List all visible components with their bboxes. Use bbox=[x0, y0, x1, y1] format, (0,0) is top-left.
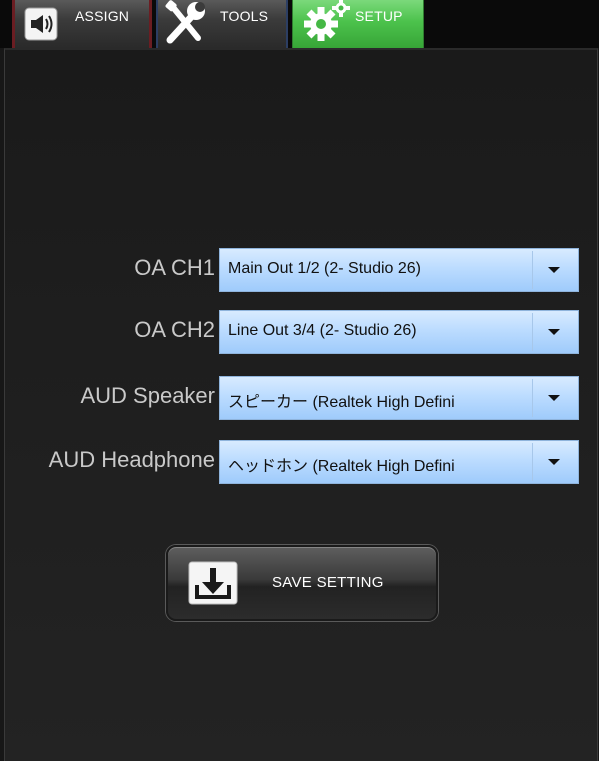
aud-headphone-label: AUD Headphone bbox=[48, 447, 215, 472]
tab-tools-label: TOOLS bbox=[220, 8, 269, 24]
oa-ch1-value: Main Out 1/2 (2- Studio 26) bbox=[228, 260, 421, 277]
oa-ch2-select[interactable]: Line Out 3/4 (2- Studio 26) bbox=[219, 310, 579, 354]
tab-setup[interactable]: SETUP bbox=[292, 0, 424, 48]
tab-setup-label: SETUP bbox=[355, 8, 403, 24]
app-window: ASSIGN TOOLS SETUP OA CH1 Main Out 1/2 (… bbox=[0, 0, 599, 761]
aud-headphone-select[interactable]: ヘッドホン (Realtek High Defini bbox=[219, 440, 579, 484]
select-divider bbox=[532, 379, 533, 417]
select-divider bbox=[532, 313, 533, 351]
tools-icon bbox=[165, 0, 205, 44]
chevron-down-icon[interactable] bbox=[548, 267, 560, 273]
oa-ch1-select[interactable]: Main Out 1/2 (2- Studio 26) bbox=[219, 248, 579, 292]
aud-speaker-label: AUD Speaker bbox=[80, 383, 215, 408]
setup-panel: OA CH1 Main Out 1/2 (2- Studio 26) OA CH… bbox=[4, 48, 598, 761]
aud-speaker-select[interactable]: スピーカー (Realtek High Defini bbox=[219, 376, 579, 420]
chevron-down-icon[interactable] bbox=[548, 459, 560, 465]
save-setting-button[interactable]: SAVE SETTING bbox=[166, 545, 438, 621]
save-setting-label: SAVE SETTING bbox=[272, 574, 384, 591]
chevron-down-icon[interactable] bbox=[548, 395, 560, 401]
aud-headphone-value: ヘッドホン (Realtek High Defini bbox=[228, 458, 455, 475]
setting-row-aud-headphone: AUD Headphone ヘッドホン (Realtek High Defini bbox=[5, 440, 599, 484]
speaker-icon bbox=[24, 7, 58, 41]
setting-row-oa-ch1: OA CH1 Main Out 1/2 (2- Studio 26) bbox=[5, 248, 599, 292]
setting-row-aud-speaker: AUD Speaker スピーカー (Realtek High Defini bbox=[5, 376, 599, 420]
tab-assign[interactable]: ASSIGN bbox=[12, 0, 152, 48]
chevron-down-icon[interactable] bbox=[548, 329, 560, 335]
oa-ch1-label: OA CH1 bbox=[134, 255, 215, 280]
gears-icon bbox=[304, 0, 350, 41]
aud-speaker-value: スピーカー (Realtek High Defini bbox=[228, 394, 455, 411]
oa-ch2-value: Line Out 3/4 (2- Studio 26) bbox=[228, 322, 417, 339]
setting-row-oa-ch2: OA CH2 Line Out 3/4 (2- Studio 26) bbox=[5, 310, 599, 354]
save-download-icon bbox=[188, 561, 238, 605]
select-divider bbox=[532, 443, 533, 481]
select-divider bbox=[532, 251, 533, 289]
tab-assign-label: ASSIGN bbox=[75, 8, 130, 24]
oa-ch2-label: OA CH2 bbox=[134, 317, 215, 342]
tab-strip: ASSIGN TOOLS SETUP bbox=[0, 0, 599, 48]
tab-tools[interactable]: TOOLS bbox=[156, 0, 288, 48]
